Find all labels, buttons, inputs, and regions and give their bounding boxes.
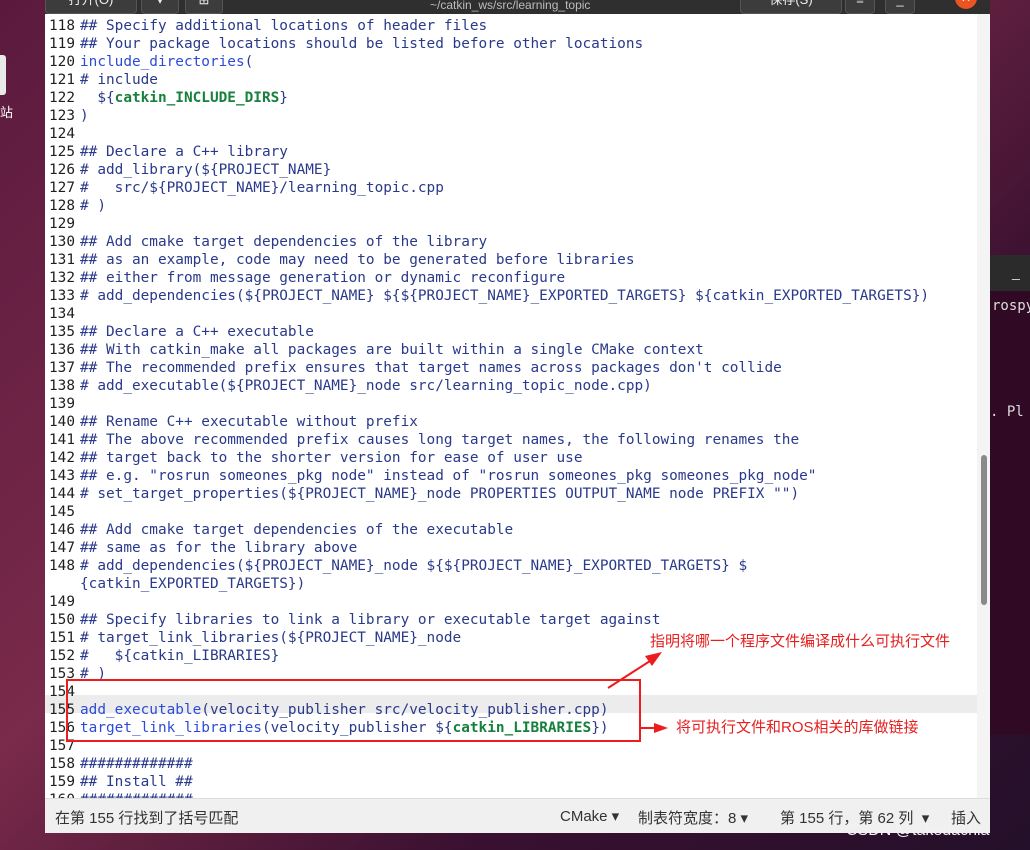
- annotation-note-compile: 指明将哪一个程序文件编译成什么可执行文件: [650, 633, 951, 650]
- watermark: CSDN @takedachia: [846, 822, 990, 839]
- annotation-note-link: 将可执行文件和ROS相关的库做链接: [676, 719, 919, 736]
- arrow-head: [654, 723, 668, 733]
- arrow-head: [645, 652, 662, 666]
- arrow-line: [607, 660, 651, 689]
